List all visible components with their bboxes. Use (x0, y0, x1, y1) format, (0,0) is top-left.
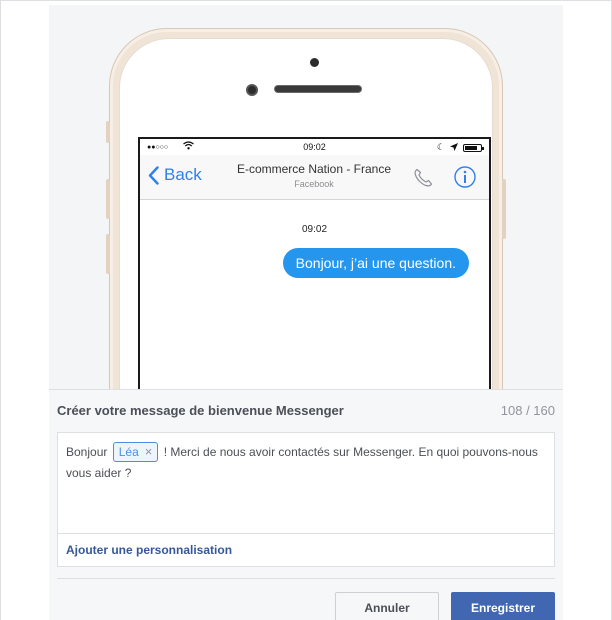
conversation-header: E-commerce Nation - France Facebook (230, 162, 398, 189)
first-name-token[interactable]: Léa × (112, 442, 159, 462)
phone-face: ●●○○○ 09:02 ☾ Back E-commerce Nation - F… (119, 38, 493, 389)
info-icon[interactable] (453, 165, 477, 194)
front-camera (246, 84, 258, 96)
proximity-sensor (310, 58, 319, 67)
editor-header: Créer votre message de bienvenue Messeng… (57, 403, 555, 418)
battery-icon (463, 143, 484, 152)
welcome-message-input[interactable]: Bonjour Léa × ! Merci de nous avoir conta… (57, 432, 555, 533)
phone-mockup: ●●○○○ 09:02 ☾ Back E-commerce Nation - F… (106, 28, 506, 389)
cancel-button[interactable]: Annuler (335, 592, 439, 620)
back-button[interactable]: Back (148, 165, 202, 185)
editor-footer: Ajouter une personnalisation (57, 533, 555, 567)
status-right: ☾ (436, 142, 484, 153)
status-bar: ●●○○○ 09:02 ☾ (140, 139, 489, 155)
message-text[interactable]: Bonjour Léa × ! Merci de nous avoir conta… (58, 433, 554, 493)
back-chevron-icon (148, 165, 159, 185)
phone-mute-switch (106, 121, 110, 143)
character-counter: 108 / 160 (500, 403, 555, 418)
welcome-message-editor: Créer votre message de bienvenue Messeng… (49, 389, 563, 620)
phone-screen: ●●○○○ 09:02 ☾ Back E-commerce Nation - F… (138, 137, 491, 389)
phone-volume-up (106, 179, 110, 219)
back-label: Back (164, 165, 202, 184)
contact-subtitle: Facebook (294, 179, 334, 189)
divider (57, 578, 555, 579)
message-bubble: Bonjour, j’ai une question. (282, 248, 469, 278)
messenger-preview: ●●○○○ 09:02 ☾ Back E-commerce Nation - F… (49, 5, 563, 389)
editor-title: Créer votre message de bienvenue Messeng… (57, 403, 344, 418)
add-personalization-link[interactable]: Ajouter une personnalisation (66, 543, 232, 557)
phone-volume-down (106, 234, 110, 274)
earpiece-speaker (274, 85, 362, 93)
remove-token-icon[interactable]: × (145, 444, 153, 459)
text-before-token: Bonjour (66, 445, 108, 459)
location-arrow-icon (450, 142, 458, 153)
messenger-navbar: Back E-commerce Nation - France Facebook (140, 155, 489, 200)
token-label: Léa (118, 445, 139, 459)
contact-name: E-commerce Nation - France (236, 162, 392, 176)
phone-power-button (502, 179, 506, 239)
phone-call-icon[interactable] (412, 167, 434, 194)
moon-icon: ☾ (436, 142, 445, 152)
save-button[interactable]: Enregistrer (451, 592, 555, 620)
conversation-timestamp: 09:02 (301, 224, 328, 235)
